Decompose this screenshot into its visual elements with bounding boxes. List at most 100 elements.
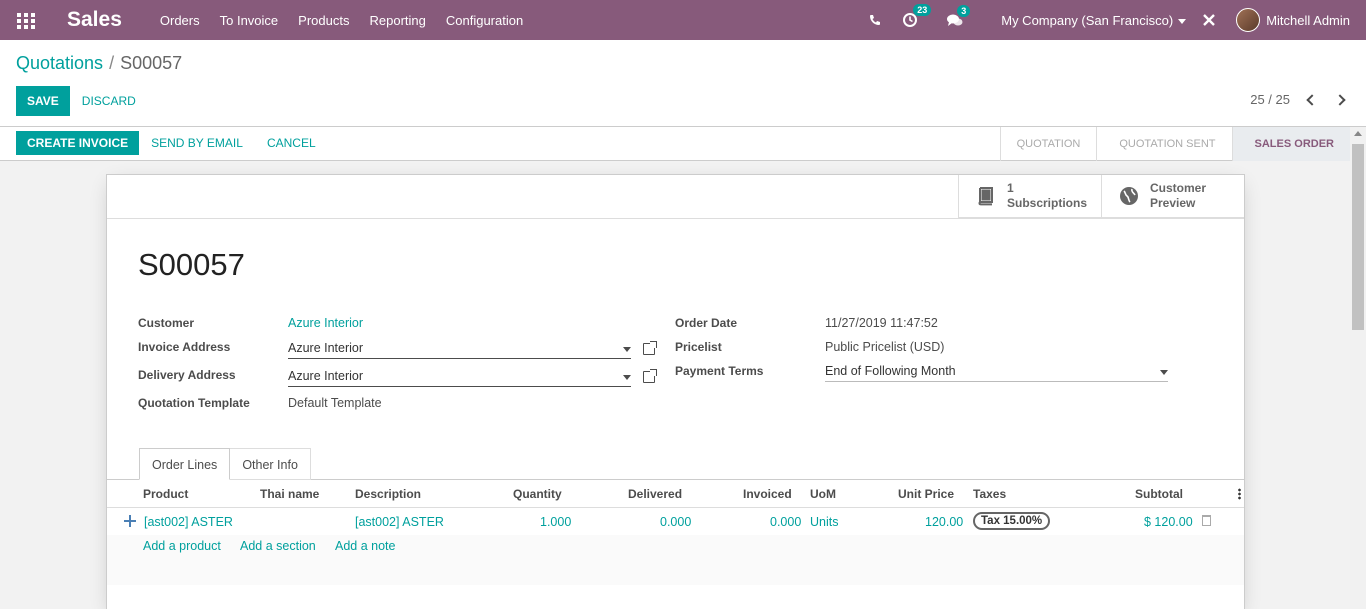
navbar-systray: 23 3 My Company (San Francisco) Mitchell… [869, 0, 1366, 40]
discard-button[interactable]: DISCARD [70, 86, 148, 116]
col-thai-name[interactable]: Thai name [260, 487, 319, 501]
invoice-address-value: Azure Interior [288, 341, 364, 355]
invoice-address-label: Invoice Address [138, 340, 231, 354]
globe-icon [1120, 187, 1138, 205]
company-switcher[interactable]: My Company (San Francisco) [1001, 13, 1187, 28]
top-navbar: Sales Orders To Invoice Products Reporti… [0, 0, 1366, 40]
delivery-address-field[interactable]: Azure Interior [288, 367, 631, 387]
external-link-icon[interactable] [643, 369, 657, 383]
stage-quotation-sent[interactable]: QUOTATION SENT [1096, 127, 1231, 161]
statusbar: CREATE INVOICE SEND BY EMAIL CANCEL QUOT… [0, 127, 1350, 161]
chevron-down-icon[interactable] [623, 347, 631, 352]
trash-icon[interactable] [1202, 515, 1211, 526]
create-invoice-button[interactable]: CREATE INVOICE [16, 131, 140, 155]
control-panel: Quotations / S00057 SAVE DISCARD 25 / 25 [0, 40, 1366, 127]
status-stages: QUOTATION QUOTATION SENT SALES ORDER [999, 127, 1350, 161]
book-icon [978, 187, 993, 206]
form-sheet: 1 Subscriptions Customer Preview S00057 … [106, 174, 1245, 609]
add-note-link[interactable]: Add a note [335, 539, 395, 553]
cancel-button[interactable]: CANCEL [255, 131, 328, 155]
avatar[interactable] [1236, 8, 1261, 32]
breadcrumb-quotations[interactable]: Quotations [16, 53, 103, 73]
line-description[interactable]: [ast002] ASTER [355, 515, 444, 529]
preview-line1: Customer [1150, 181, 1207, 195]
debug-tools-icon[interactable] [1202, 13, 1216, 27]
optional-columns-icon[interactable] [1238, 488, 1241, 500]
scrollbar-thumb[interactable] [1352, 144, 1364, 330]
delivery-address-value: Azure Interior [288, 369, 364, 383]
line-tax-tag[interactable]: Tax 15.00% [973, 512, 1051, 530]
save-button[interactable]: SAVE [16, 86, 70, 116]
customer-preview-button[interactable]: Customer Preview [1101, 175, 1244, 218]
line-delivered[interactable]: 0.000 [660, 515, 691, 529]
menu-orders[interactable]: Orders [160, 13, 200, 28]
line-unit-price[interactable]: 120.00 [925, 515, 963, 529]
line-invoiced[interactable]: 0.000 [770, 515, 801, 529]
col-description[interactable]: Description [355, 487, 421, 501]
line-uom[interactable]: Units [810, 515, 838, 529]
notebook-tabs: Order Lines Other Info [139, 448, 311, 480]
drag-handle-icon[interactable] [124, 515, 136, 527]
stage-sales-order[interactable]: SALES ORDER [1231, 127, 1350, 161]
table-row[interactable]: [ast002] ASTER [ast002] ASTER 1.000 0.00… [107, 508, 1244, 535]
user-menu[interactable]: Mitchell Admin [1266, 13, 1350, 28]
order-date-value: 11/27/2019 11:47:52 [825, 316, 938, 330]
scroll-up-arrow-icon[interactable] [1354, 131, 1362, 136]
line-subtotal: $ 120.00 [1144, 515, 1193, 529]
pricelist-value: Public Pricelist (USD) [825, 340, 945, 354]
pager: 25 / 25 [1250, 92, 1346, 107]
pager-value[interactable]: 25 / 25 [1250, 92, 1290, 107]
phone-icon[interactable] [869, 14, 881, 26]
app-brand[interactable]: Sales [67, 8, 122, 32]
external-link-icon[interactable] [643, 341, 657, 355]
col-uom[interactable]: UoM [810, 487, 836, 501]
chevron-left-icon[interactable] [1306, 93, 1318, 106]
messages-icon[interactable]: 3 [947, 4, 971, 27]
stage-quotation[interactable]: QUOTATION [999, 127, 1097, 161]
page-scrollbar[interactable] [1350, 127, 1366, 609]
quotation-template-label: Quotation Template [138, 396, 250, 410]
payment-terms-value: End of Following Month [825, 364, 956, 378]
payment-terms-field[interactable]: End of Following Month [825, 362, 1168, 382]
invoice-address-field[interactable]: Azure Interior [288, 339, 631, 359]
payment-terms-label: Payment Terms [675, 364, 764, 378]
menu-products[interactable]: Products [298, 13, 349, 28]
menu-to-invoice[interactable]: To Invoice [220, 13, 279, 28]
smart-button-box: 1 Subscriptions Customer Preview [958, 175, 1244, 218]
col-delivered[interactable]: Delivered [628, 487, 682, 501]
tab-order-lines[interactable]: Order Lines [139, 448, 231, 480]
line-product[interactable]: [ast002] ASTER [144, 515, 233, 529]
subscriptions-count: 1 [1007, 181, 1014, 195]
customer-link[interactable]: Azure Interior [288, 316, 363, 330]
col-taxes[interactable]: Taxes [973, 487, 1006, 501]
apps-menu-icon[interactable] [17, 13, 35, 29]
chevron-down-icon [1178, 18, 1187, 24]
order-lines-header: Product Thai name Description Quantity D… [107, 480, 1244, 508]
delivery-address-label: Delivery Address [138, 368, 236, 382]
col-unit-price[interactable]: Unit Price [898, 487, 954, 501]
col-quantity[interactable]: Quantity [513, 487, 562, 501]
sheet-divider [107, 218, 1244, 219]
menu-configuration[interactable]: Configuration [446, 13, 523, 28]
line-quantity[interactable]: 1.000 [540, 515, 571, 529]
customer-label: Customer [138, 316, 195, 330]
col-invoiced[interactable]: Invoiced [743, 487, 792, 501]
chevron-right-icon[interactable] [1334, 93, 1346, 106]
page-title: S00057 [138, 247, 245, 282]
menu-reporting[interactable]: Reporting [369, 13, 425, 28]
chevron-down-icon[interactable] [623, 375, 631, 380]
statusbar-buttons: CREATE INVOICE SEND BY EMAIL CANCEL [16, 131, 328, 155]
chevron-down-icon[interactable] [1160, 370, 1168, 375]
add-section-link[interactable]: Add a section [240, 539, 316, 553]
col-product[interactable]: Product [143, 487, 188, 501]
quotation-template-value: Default Template [288, 396, 382, 410]
pricelist-label: Pricelist [675, 340, 722, 354]
send-by-email-button[interactable]: SEND BY EMAIL [139, 131, 255, 155]
col-subtotal[interactable]: Subtotal [1135, 487, 1183, 501]
preview-line2: Preview [1150, 196, 1196, 210]
add-product-link[interactable]: Add a product [143, 539, 221, 553]
subscriptions-button[interactable]: 1 Subscriptions [958, 175, 1101, 218]
tab-other-info[interactable]: Other Info [229, 448, 311, 480]
activity-clock-icon[interactable]: 23 [903, 4, 932, 27]
add-line-row: Add a product Add a section Add a note [107, 535, 1244, 585]
